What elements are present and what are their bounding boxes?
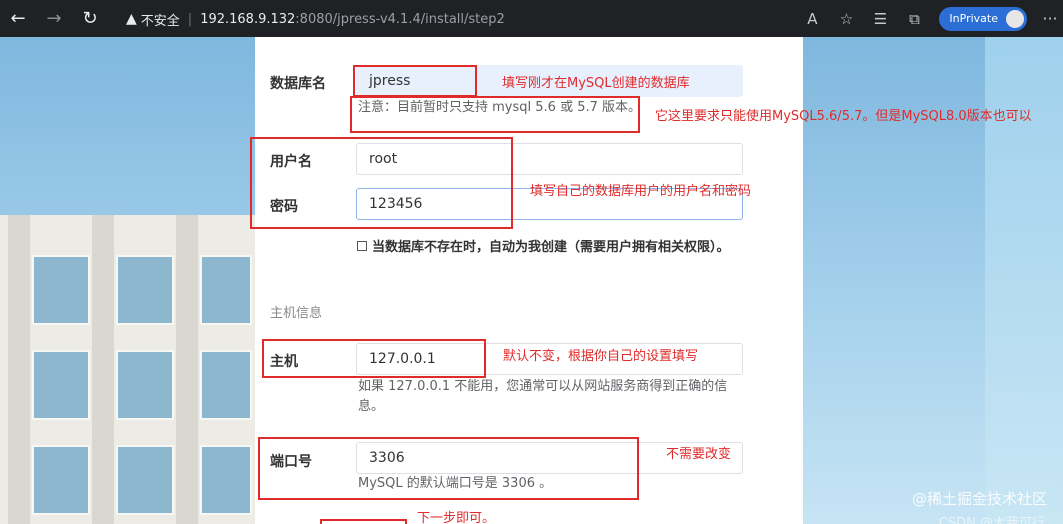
annotation-db-name-note: 填写刚才在MySQL创建的数据库 — [502, 76, 690, 91]
annotation-box-db-name — [353, 65, 477, 97]
favorites-icon[interactable]: ☰ — [863, 10, 897, 28]
building-window — [200, 255, 252, 325]
inprivate-label: InPrivate — [949, 12, 998, 25]
avatar — [1004, 7, 1026, 30]
collections-icon[interactable]: ⧉ — [897, 10, 931, 28]
create-db-checkbox-row[interactable]: 当数据库不存在时，自动为我创建（需要用户拥有相关权限）。 — [357, 236, 730, 255]
favorite-star-icon[interactable]: ☆ — [829, 10, 863, 28]
host-section-title: 主机信息 — [270, 306, 323, 321]
building-window — [116, 350, 174, 420]
annotation-box-credentials — [250, 137, 513, 229]
url-host: 192.168.9.132 — [200, 11, 296, 27]
building-window — [32, 445, 90, 515]
building-column — [8, 215, 30, 524]
warning-icon[interactable]: ▲ — [126, 11, 137, 27]
annotation-version-note: 它这里要求只能使用MySQL5.6/5.7。但是MySQL8.0版本也可以 — [655, 109, 1032, 124]
annotation-box-version — [350, 96, 640, 133]
create-db-checkbox[interactable] — [357, 240, 367, 251]
annotation-box-port — [258, 437, 639, 500]
create-db-label: 当数据库不存在时，自动为我创建（需要用户拥有相关权限）。 — [372, 240, 730, 255]
insecure-label[interactable]: 不安全 — [141, 10, 180, 29]
building-window — [32, 350, 90, 420]
annotation-box-next — [320, 519, 407, 524]
back-icon[interactable]: ← — [0, 0, 36, 37]
building-column — [92, 215, 114, 524]
url-path: :8080/jpress-v4.1.4/install/step2 — [295, 11, 505, 27]
address-separator: | — [187, 11, 193, 27]
host-hint: 如果 127.0.0.1 不能用，您通常可以从网站服务商得到正确的信息。 — [358, 379, 728, 414]
annotation-host-note: 默认不变，根据你自己的设置填写 — [503, 349, 699, 364]
building-window — [200, 350, 252, 420]
building-window — [116, 255, 174, 325]
building-window — [116, 445, 174, 515]
annotation-box-host — [262, 339, 486, 378]
building-window — [200, 445, 252, 515]
watermark-secondary: CSDN @大我可行 — [938, 516, 1045, 524]
background-building — [0, 215, 255, 524]
read-aloud-icon[interactable]: A — [795, 10, 829, 28]
watermark: @稀土掘金技术社区 — [911, 490, 1047, 508]
inprivate-button[interactable]: InPrivate — [939, 6, 1027, 31]
db-name-label: 数据库名 — [270, 76, 326, 92]
annotation-credentials-note: 填写自己的数据库用户的用户名和密码 — [530, 184, 752, 199]
browser-toolbar: ← → ↻ ▲ 不安全 | 192.168.9.132 :8080/jpress… — [0, 0, 1063, 37]
building-column — [176, 215, 198, 524]
forward-icon[interactable]: → — [36, 0, 72, 37]
more-icon[interactable]: ··· — [1037, 9, 1063, 28]
annotation-next-note: 下一步即可。 — [417, 511, 496, 524]
building-window — [32, 255, 90, 325]
refresh-icon[interactable]: ↻ — [72, 0, 108, 37]
annotation-port-note: 不需要改变 — [666, 447, 732, 462]
address-bar[interactable]: ▲ 不安全 | 192.168.9.132 :8080/jpress-v4.1.… — [126, 6, 806, 32]
